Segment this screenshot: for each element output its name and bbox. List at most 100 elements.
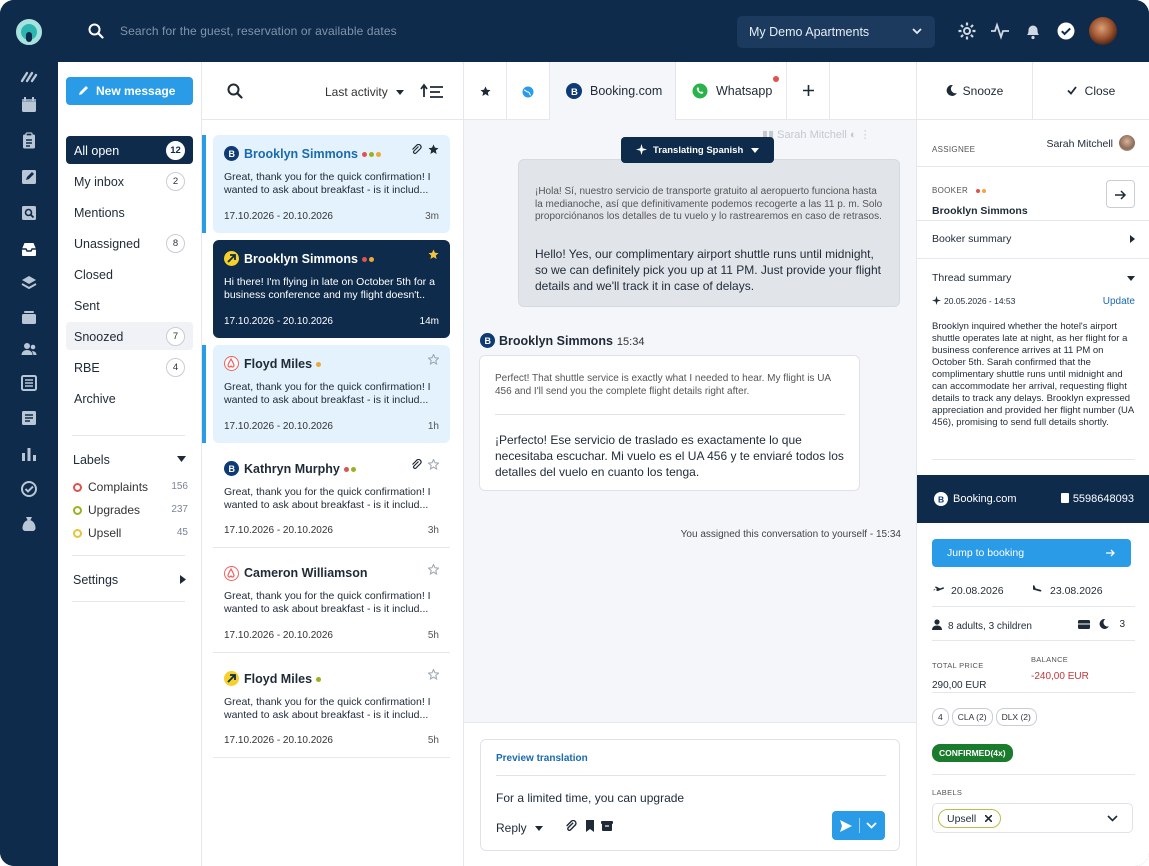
search-icon[interactable] bbox=[227, 83, 243, 99]
labels-toggle[interactable]: Labels bbox=[73, 453, 186, 467]
label-complaints[interactable]: Complaints 156 bbox=[73, 480, 188, 494]
update-summary-link[interactable]: Update bbox=[1103, 296, 1135, 307]
search-input[interactable]: Search for the guest, reservation or ava… bbox=[120, 24, 397, 38]
calendar-icon[interactable] bbox=[20, 96, 38, 114]
reply-mode-dropdown[interactable]: Reply bbox=[496, 821, 544, 835]
new-message-button[interactable]: New message bbox=[66, 77, 193, 105]
star-filled-icon[interactable] bbox=[428, 249, 439, 260]
conversation-item[interactable]: B Brooklyn Simmons Great, thank you for … bbox=[213, 135, 450, 233]
dashboard-icon[interactable] bbox=[20, 67, 38, 85]
sort-order-icon[interactable] bbox=[420, 83, 444, 99]
label-name: Complaints bbox=[88, 480, 149, 494]
property-select[interactable]: My Demo Apartments bbox=[737, 16, 935, 48]
close-label: Close bbox=[1084, 84, 1116, 98]
translated-text: ¡Perfecto! Ese servicio de traslado es e… bbox=[495, 433, 844, 479]
conversation-item[interactable]: Cameron Williamson Great, thank you for … bbox=[213, 555, 450, 653]
folder-unassigned[interactable]: Unassigned 8 bbox=[66, 229, 193, 257]
money-bag-icon[interactable] bbox=[20, 515, 38, 533]
last-activity-time: 3h bbox=[427, 525, 439, 536]
folder-label: RBE bbox=[74, 361, 100, 375]
edit-icon[interactable] bbox=[20, 168, 38, 186]
folder-snoozed[interactable]: Snoozed 7 bbox=[66, 322, 193, 350]
message-input[interactable]: For a limited time, you can upgrade bbox=[496, 791, 684, 805]
folder-label: Mentions bbox=[74, 206, 125, 220]
labels-select[interactable]: Upsell bbox=[932, 803, 1133, 833]
status-dots bbox=[316, 355, 323, 371]
sort-label: Last activity bbox=[325, 85, 388, 99]
folder-all-open[interactable]: All open 12 bbox=[66, 136, 193, 164]
folder-sent[interactable]: Sent bbox=[66, 291, 193, 319]
tab-label: Booking.com bbox=[590, 84, 663, 98]
tab-whatsapp[interactable]: Whatsapp bbox=[676, 62, 787, 120]
label-upsell[interactable]: Upsell 45 bbox=[73, 526, 188, 540]
star-outline-icon[interactable] bbox=[428, 669, 439, 680]
folder-archive[interactable]: Archive bbox=[66, 384, 193, 412]
folder-closed[interactable]: Closed bbox=[66, 260, 193, 288]
star-outline-icon[interactable] bbox=[428, 564, 439, 575]
add-tab-button[interactable] bbox=[787, 62, 830, 120]
conversation-item[interactable]: Brooklyn Simmons Hi there! I'm flying in… bbox=[213, 240, 450, 338]
check-badge-icon[interactable] bbox=[20, 480, 38, 498]
template-icon[interactable] bbox=[601, 820, 613, 832]
bed-icon bbox=[1078, 620, 1090, 629]
users-icon[interactable] bbox=[20, 340, 38, 358]
jump-to-booking-button[interactable]: Jump to booking bbox=[932, 539, 1131, 567]
paperclip-icon[interactable] bbox=[565, 820, 577, 832]
label-upgrades[interactable]: Upgrades 237 bbox=[73, 503, 188, 517]
user-avatar[interactable] bbox=[1089, 17, 1117, 45]
new-message-label: New message bbox=[96, 84, 176, 98]
cards-icon[interactable] bbox=[20, 308, 38, 326]
app-window: Search for the guest, reservation or ava… bbox=[0, 0, 1149, 866]
global-search[interactable]: Search for the guest, reservation or ava… bbox=[58, 0, 738, 62]
send-button[interactable] bbox=[832, 811, 885, 840]
preview-translation-link[interactable]: Preview translation bbox=[496, 753, 588, 764]
check-circle-icon[interactable] bbox=[1056, 21, 1076, 41]
assignee-row[interactable]: ASSIGNEE Sarah Mitchell bbox=[932, 135, 1135, 157]
tab-starred[interactable] bbox=[464, 62, 507, 120]
list-icon[interactable] bbox=[20, 374, 38, 392]
chevron-down-icon[interactable] bbox=[1107, 815, 1118, 822]
status-dots bbox=[361, 250, 376, 266]
conversation-item[interactable]: Floyd Miles Great, thank you for the qui… bbox=[213, 660, 450, 758]
copy-icon[interactable] bbox=[1061, 493, 1069, 503]
clipboard-icon[interactable] bbox=[20, 132, 38, 150]
message-sender: B Brooklyn Simmons 15:34 bbox=[480, 333, 644, 348]
label-dot bbox=[73, 529, 82, 538]
close-conversation-button[interactable]: Close bbox=[1033, 62, 1149, 120]
sort-dropdown[interactable]: Last activity bbox=[325, 85, 405, 99]
folder-my-inbox[interactable]: My inbox 2 bbox=[66, 167, 193, 195]
chevron-down-icon[interactable] bbox=[866, 822, 877, 830]
departure-date: 23.08.2026 bbox=[1050, 585, 1103, 597]
bookmark-icon[interactable] bbox=[585, 820, 595, 832]
conversation-item[interactable]: Floyd Miles Great, thank you for the qui… bbox=[213, 345, 450, 443]
settings-toggle[interactable]: Settings bbox=[73, 573, 186, 587]
close-icon[interactable] bbox=[985, 815, 993, 822]
search-document-icon[interactable] bbox=[20, 204, 38, 222]
tab-globe[interactable] bbox=[507, 62, 550, 120]
jump-label: Jump to booking bbox=[947, 547, 1025, 559]
star-filled-icon[interactable] bbox=[428, 144, 439, 155]
folder-rbe[interactable]: RBE 4 bbox=[66, 353, 193, 381]
thread-summary-toggle[interactable]: Thread summary bbox=[932, 272, 1135, 284]
sparkle-icon bbox=[636, 144, 647, 155]
settings-label: Settings bbox=[73, 573, 119, 587]
conversation-item[interactable]: B Kathryn Murphy Great, thank you for th… bbox=[213, 450, 450, 548]
inbox-icon[interactable] bbox=[20, 240, 38, 258]
star-outline-icon[interactable] bbox=[428, 459, 439, 470]
star-outline-icon[interactable] bbox=[428, 354, 439, 365]
caret-down-icon bbox=[396, 90, 405, 95]
tab-booking-com[interactable]: B Booking.com bbox=[550, 62, 676, 120]
document-icon[interactable] bbox=[20, 409, 38, 427]
gear-icon[interactable] bbox=[957, 21, 977, 41]
folder-mentions[interactable]: Mentions bbox=[66, 198, 193, 226]
open-booker-button[interactable] bbox=[1106, 180, 1135, 208]
translation-language-dropdown[interactable]: Translating Spanish bbox=[621, 137, 774, 163]
original-text: ¡Hola! Sí, nuestro servicio de transport… bbox=[535, 186, 883, 222]
notification-bell-icon[interactable] bbox=[1023, 21, 1043, 41]
app-logo[interactable] bbox=[16, 19, 42, 45]
activity-icon[interactable] bbox=[990, 21, 1010, 41]
layers-icon[interactable] bbox=[20, 274, 38, 292]
bar-chart-icon[interactable] bbox=[20, 445, 38, 463]
booker-summary-toggle[interactable]: Booker summary bbox=[932, 233, 1135, 245]
snooze-button[interactable]: Snooze bbox=[917, 62, 1033, 120]
